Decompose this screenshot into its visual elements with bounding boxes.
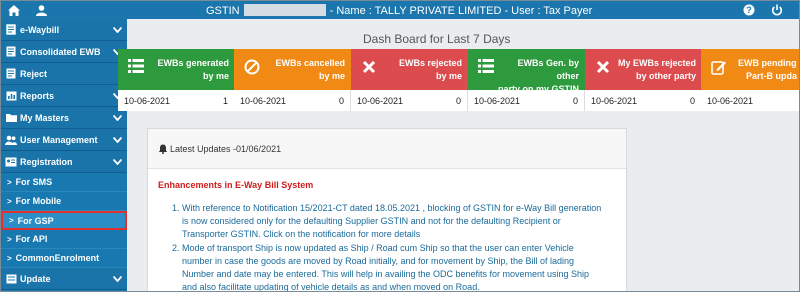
sidebar-item-reports[interactable]: Reports xyxy=(1,85,127,107)
bell-icon xyxy=(158,144,168,154)
list-item: Mode of transport Ship is now updated as… xyxy=(182,242,606,291)
card-ewb-pending-part-b[interactable]: EWB pending Part-B upda 10-06-2021 xyxy=(701,49,799,111)
sidebar: e-Waybill Consolidated EWB Reject Report… xyxy=(1,19,127,291)
list-icon xyxy=(478,59,494,75)
chevron-down-icon xyxy=(111,25,123,35)
card-header: EWBs rejected by me xyxy=(351,49,468,90)
ban-icon xyxy=(244,59,260,75)
card-date: 10-06-2021 xyxy=(240,95,287,106)
chevron-down-icon xyxy=(111,135,123,145)
power-icon[interactable] xyxy=(770,3,784,17)
edit-icon xyxy=(711,59,727,75)
panel-header-text: Latest Updates -01/06/2021 xyxy=(170,143,282,154)
sidebar-subitem-common-enrolment[interactable]: > CommonEnrolment xyxy=(1,249,127,268)
card-date: 10-06-2021 xyxy=(707,95,754,106)
svg-text:?: ? xyxy=(746,5,752,15)
users-icon xyxy=(5,134,17,146)
chevron-down-icon xyxy=(111,157,123,167)
sidebar-subitem-for-gsp[interactable]: > For GSP xyxy=(1,211,127,230)
chevron-right-icon: > xyxy=(9,216,14,225)
top-bar: GSTIN - Name : TALLY PRIVATE LIMITED - Us… xyxy=(1,1,799,19)
sidebar-item-my-masters[interactable]: My Masters xyxy=(1,107,127,129)
card-date: 10-06-2021 xyxy=(474,95,521,106)
page-title: GSTIN - Name : TALLY PRIVATE LIMITED - Us… xyxy=(206,4,592,17)
chevron-right-icon: > xyxy=(7,253,12,263)
card-header: EWBs cancelled by me xyxy=(234,49,351,90)
sidebar-subitem-for-sms[interactable]: > For SMS xyxy=(1,173,127,192)
chevron-right-icon: > xyxy=(7,196,12,206)
sidebar-subitem-for-api[interactable]: > For API xyxy=(1,230,127,249)
dashboard-title: Dash Board for Last 7 Days xyxy=(363,32,511,46)
card-ewbs-gen-by-other-party[interactable]: EWBs Gen. by other party on my GSTIN 10-0… xyxy=(468,49,585,111)
card-date: 10-06-2021 xyxy=(124,95,171,106)
updates-heading: Enhancements in E-Way Bill System xyxy=(158,180,314,190)
gstin-redacted-box xyxy=(243,4,326,16)
chevron-right-icon: > xyxy=(7,177,12,187)
sidebar-item-consolidated-ewb[interactable]: Consolidated EWB xyxy=(1,41,127,63)
home-icon[interactable] xyxy=(7,3,21,17)
card-date: 10-06-2021 xyxy=(357,95,404,106)
card-header: EWBs Gen. by other party on my GSTIN xyxy=(468,49,585,94)
help-icon[interactable]: ? xyxy=(742,3,756,17)
card-count: 0 xyxy=(455,95,461,106)
card-my-ewbs-rejected-by-other[interactable]: My EWBs rejected by other party 10-06-202… xyxy=(585,49,702,111)
updates-list: With reference to Notification 15/2021-C… xyxy=(182,202,626,291)
user-icon[interactable] xyxy=(34,3,48,17)
card-ewbs-cancelled[interactable]: EWBs cancelled by me 10-06-2021 0 xyxy=(234,49,351,111)
document-icon xyxy=(5,68,17,80)
chevron-right-icon: > xyxy=(7,234,12,244)
card-count: 1 xyxy=(222,95,228,106)
card-count: 0 xyxy=(338,95,344,106)
user-info: - Name : TALLY PRIVATE LIMITED - User : … xyxy=(329,5,593,17)
chevron-down-icon xyxy=(111,113,123,123)
sidebar-item-update[interactable]: Update xyxy=(1,268,127,290)
card-count: 0 xyxy=(689,95,695,106)
list-icon xyxy=(128,59,144,75)
sidebar-item-registration[interactable]: Registration xyxy=(1,151,127,173)
card-count: 0 xyxy=(572,95,578,106)
x-icon xyxy=(361,59,377,75)
card-header: EWB pending Part-B upda xyxy=(701,49,799,90)
app-frame: GSTIN - Name : TALLY PRIVATE LIMITED - Us… xyxy=(0,0,800,292)
folder-icon xyxy=(5,112,17,124)
document-icon xyxy=(5,46,17,58)
sidebar-item-e-waybill[interactable]: e-Waybill xyxy=(1,19,127,41)
x-icon xyxy=(595,59,611,75)
card-ewbs-rejected[interactable]: EWBs rejected by me 10-06-2021 0 xyxy=(351,49,468,111)
sidebar-item-reject[interactable]: Reject xyxy=(1,63,127,85)
sidebar-subitem-for-mobile[interactable]: > For Mobile xyxy=(1,192,127,211)
sidebar-item-user-management[interactable]: User Management xyxy=(1,129,127,151)
registration-icon xyxy=(5,156,17,168)
report-icon xyxy=(5,90,17,102)
document-icon xyxy=(5,24,17,36)
card-ewbs-generated[interactable]: EWBs generated by me 10-06-2021 1 xyxy=(118,49,235,111)
card-date: 10-06-2021 xyxy=(591,95,638,106)
panel-header: Latest Updates -01/06/2021 xyxy=(148,129,626,169)
latest-updates-panel: Latest Updates -01/06/2021 Enhancements … xyxy=(147,128,627,291)
card-header: EWBs generated by me xyxy=(118,49,235,90)
update-icon xyxy=(5,273,17,285)
card-header: My EWBs rejected by other party xyxy=(585,49,702,90)
gstin-label: GSTIN xyxy=(206,5,240,17)
list-item[interactable]: With reference to Notification 15/2021-C… xyxy=(182,202,606,242)
chevron-down-icon xyxy=(111,274,123,284)
